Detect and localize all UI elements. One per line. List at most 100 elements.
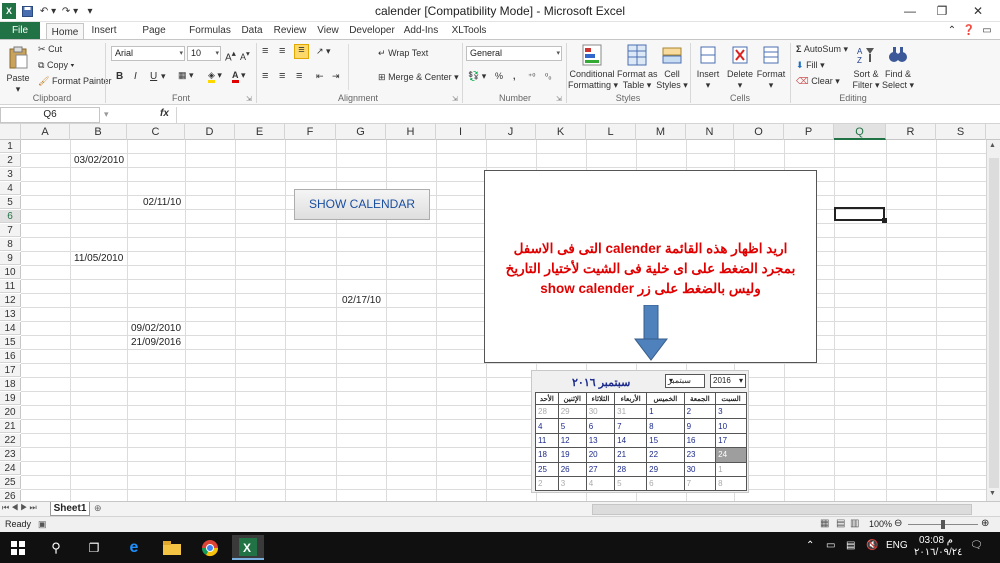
row-header[interactable]: 16: [0, 350, 21, 363]
row-header[interactable]: 24: [0, 462, 21, 475]
column-header[interactable]: S: [936, 124, 986, 140]
align-center-icon[interactable]: ≡: [279, 71, 285, 82]
increase-decimal-icon[interactable]: ⁺⁰: [528, 71, 535, 82]
insert-cells-button[interactable]: Insert ▾: [694, 44, 722, 91]
calendar-day[interactable]: 30: [585, 403, 616, 420]
zoom-in-icon[interactable]: ⊕: [981, 518, 989, 529]
tab-review[interactable]: Review: [272, 22, 308, 40]
column-header[interactable]: F: [285, 124, 336, 140]
note-textbox[interactable]: اريد اظهار هذه القائمة calender التى فى …: [484, 170, 817, 363]
row-header[interactable]: 5: [0, 196, 21, 209]
grow-font-icon[interactable]: A▴: [225, 48, 236, 63]
increase-indent-icon[interactable]: ⇥: [332, 71, 340, 82]
row-header[interactable]: 17: [0, 364, 21, 377]
merge-center-button[interactable]: ⊞ Merge & Center ▾: [378, 72, 459, 83]
format-cells-button[interactable]: Format ▾: [756, 44, 786, 91]
row-header[interactable]: 22: [0, 434, 21, 447]
cell-b2[interactable]: 03/02/2010: [74, 154, 124, 167]
view-normal-icon[interactable]: ▦: [820, 518, 829, 529]
cut-button[interactable]: ✂ Cut: [38, 44, 62, 55]
column-header[interactable]: I: [436, 124, 486, 140]
scroll-up-icon[interactable]: ▲: [989, 142, 996, 149]
conditional-formatting-button[interactable]: Conditional Formatting ▾: [568, 44, 618, 91]
calendar-day[interactable]: 26: [557, 461, 587, 477]
calendar-day[interactable]: 2: [683, 403, 717, 420]
calendar-day[interactable]: 22: [646, 447, 685, 463]
scroll-thumb[interactable]: [989, 158, 999, 488]
column-header[interactable]: O: [734, 124, 784, 140]
row-header[interactable]: 12: [0, 294, 21, 307]
row-header[interactable]: 7: [0, 224, 21, 237]
calendar-day[interactable]: 5: [614, 475, 648, 492]
calendar-day[interactable]: 1: [715, 461, 747, 477]
column-header-selected[interactable]: Q: [834, 124, 886, 140]
row-header[interactable]: 21: [0, 420, 21, 433]
column-header[interactable]: B: [70, 124, 127, 140]
row-header[interactable]: 23: [0, 448, 21, 461]
cell-c15[interactable]: 21/09/2016: [131, 336, 181, 349]
calendar-day[interactable]: 28: [614, 461, 648, 477]
row-header[interactable]: 18: [0, 378, 21, 391]
number-dialog-launcher-icon[interactable]: ⇲: [556, 94, 562, 105]
column-header[interactable]: A: [21, 124, 70, 140]
tray-device-icon[interactable]: ▭: [826, 540, 835, 551]
calendar-day[interactable]: 21: [614, 447, 648, 463]
cell-g12[interactable]: 02/17/10: [342, 294, 381, 307]
font-dialog-launcher-icon[interactable]: ⇲: [246, 94, 252, 105]
orientation-icon[interactable]: ↗ ▾: [316, 46, 331, 57]
align-middle-icon[interactable]: ≡: [279, 46, 285, 57]
fill-color-button[interactable]: ◈ ▾: [208, 70, 222, 83]
tab-developer[interactable]: Developer: [348, 22, 396, 40]
cell-b9[interactable]: 11/05/2010: [74, 252, 123, 265]
percent-style-button[interactable]: %: [495, 71, 503, 82]
row-header[interactable]: 8: [0, 238, 21, 251]
calendar-day-selected[interactable]: 24: [715, 447, 747, 463]
view-layout-icon[interactable]: ▤: [836, 518, 845, 529]
calendar-day[interactable]: 6: [585, 418, 616, 434]
tray-volume-icon[interactable]: 🔇: [866, 540, 878, 551]
year-select[interactable]: 2016 ▾: [710, 374, 746, 388]
fill-handle[interactable]: [882, 218, 887, 223]
cell-styles-button[interactable]: Cell Styles ▾: [656, 44, 688, 91]
windows-start-icon[interactable]: [2, 535, 34, 560]
tab-add-ins[interactable]: Add-Ins: [402, 22, 440, 40]
format-as-table-button[interactable]: Format as Table ▾: [617, 44, 658, 91]
calendar-day[interactable]: 9: [683, 418, 717, 434]
row-header[interactable]: 15: [0, 336, 21, 349]
formula-input[interactable]: [176, 107, 996, 123]
paste-button[interactable]: Paste ▾: [4, 46, 32, 95]
calendar-control[interactable]: سبتمبر ٢٠١٦ سبتمبر ▾ 2016 ▾ الأحد الإثنين …: [531, 370, 749, 493]
minimize-button[interactable]: —: [894, 0, 926, 22]
clear-button[interactable]: ⌫ Clear ▾: [796, 76, 840, 87]
ribbon-options-icon[interactable]: ▭: [980, 22, 994, 40]
file-explorer-icon[interactable]: [156, 535, 188, 560]
column-header[interactable]: D: [185, 124, 235, 140]
tab-insert[interactable]: Insert: [88, 22, 120, 40]
calendar-day[interactable]: 20: [585, 447, 616, 463]
tab-page-layout[interactable]: Page Layout: [126, 22, 182, 54]
chrome-icon[interactable]: [194, 535, 226, 560]
insert-function-button[interactable]: fx: [160, 108, 169, 119]
align-left-icon[interactable]: ≡: [262, 71, 268, 82]
calendar-day[interactable]: 11: [535, 432, 559, 449]
notifications-icon[interactable]: 🗨: [970, 540, 983, 551]
calendar-day[interactable]: 29: [646, 461, 685, 477]
cell-c5[interactable]: 02/11/10: [143, 196, 181, 209]
calendar-day[interactable]: 23: [683, 447, 717, 463]
align-top-icon[interactable]: ≡: [262, 46, 268, 57]
column-header[interactable]: P: [784, 124, 834, 140]
row-header[interactable]: 10: [0, 266, 21, 279]
underline-dropdown-icon[interactable]: ▾: [161, 71, 166, 82]
calendar-day[interactable]: 19: [557, 447, 587, 463]
new-sheet-icon[interactable]: ⊕: [94, 503, 102, 514]
zoom-out-icon[interactable]: ⊖: [894, 518, 902, 529]
scroll-down-icon[interactable]: ▼: [989, 490, 996, 497]
calendar-day[interactable]: 16: [683, 432, 717, 449]
zoom-slider-thumb[interactable]: [941, 520, 945, 529]
column-header[interactable]: M: [636, 124, 686, 140]
calendar-day[interactable]: 8: [715, 475, 747, 492]
column-header[interactable]: L: [586, 124, 636, 140]
accounting-format-icon[interactable]: 💱 ▾: [468, 71, 486, 82]
calendar-day[interactable]: 7: [614, 418, 648, 434]
calendar-day[interactable]: 3: [715, 403, 747, 420]
